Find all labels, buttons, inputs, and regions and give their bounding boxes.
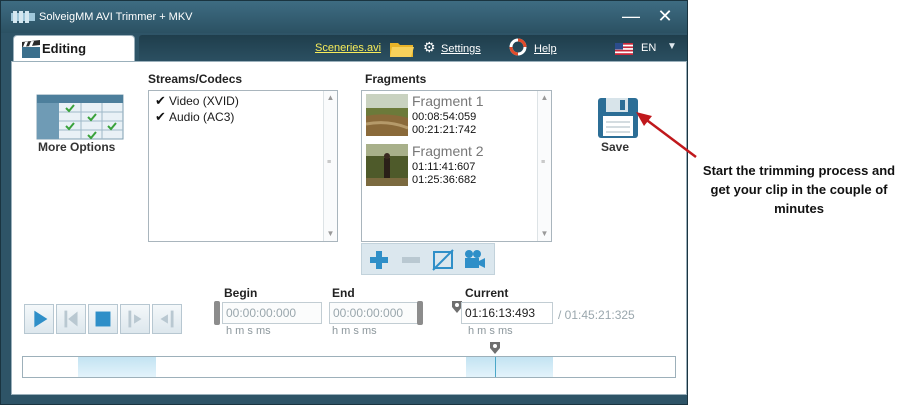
streams-list: ✔ Video (XVID) ✔ Audio (AC3) ▲ ≡ ▼: [148, 90, 338, 242]
app-logo-icon: [11, 11, 35, 23]
checkmark-icon[interactable]: ✔: [155, 93, 169, 109]
mark-in-icon[interactable]: [120, 304, 150, 334]
more-options-label[interactable]: More Options: [38, 140, 115, 154]
current-units: h m s ms: [468, 325, 513, 337]
annotation-callout: Start the trimming process and get your …: [702, 163, 896, 216]
remove-fragment-icon[interactable]: [396, 246, 426, 274]
timeline-fragment-2[interactable]: [466, 357, 553, 377]
fragments-scrollbar[interactable]: ▲ ≡ ▼: [537, 91, 551, 241]
begin-label: Begin: [224, 286, 258, 300]
scroll-up-icon[interactable]: ▲: [538, 92, 551, 104]
stop-icon[interactable]: [88, 304, 118, 334]
app-window: SolveigMM AVI Trimmer + MKV — ✕ Editing …: [0, 0, 688, 405]
fragment-start: 00:08:54:059: [412, 111, 477, 123]
fragment-name: Fragment 2: [412, 143, 484, 159]
close-button[interactable]: ✕: [651, 5, 679, 29]
add-fragment-icon[interactable]: [364, 246, 394, 274]
language-selector[interactable]: EN: [641, 42, 656, 54]
lifebuoy-help-icon[interactable]: [509, 38, 527, 56]
gear-icon[interactable]: ⚙: [423, 39, 439, 55]
begin-time-field[interactable]: 00:00:00:000: [222, 302, 322, 324]
help-link[interactable]: Help: [534, 43, 557, 55]
fragment-name: Fragment 1: [412, 93, 484, 109]
stream-label: Video (XVID): [169, 94, 239, 108]
chevron-down-icon[interactable]: ▼: [667, 41, 677, 52]
timeline-cursor[interactable]: [495, 357, 496, 377]
end-label: End: [332, 286, 355, 300]
settings-link[interactable]: Settings: [441, 43, 481, 55]
fragment-end: 00:21:21:742: [412, 124, 477, 136]
total-duration: / 01:45:21:325: [558, 308, 635, 322]
scenes-file-link[interactable]: Sceneries.avi: [315, 42, 381, 54]
title-bar: SolveigMM AVI Trimmer + MKV — ✕: [1, 1, 687, 33]
stream-item-audio[interactable]: ✔ Audio (AC3): [155, 109, 234, 125]
end-bracket-icon[interactable]: [417, 301, 423, 325]
tab-editing[interactable]: Editing: [13, 35, 135, 61]
end-time-field[interactable]: 00:00:00:000: [329, 302, 419, 324]
window-title: SolveigMM AVI Trimmer + MKV: [39, 11, 193, 23]
mark-out-icon[interactable]: [152, 304, 182, 334]
stream-label: Audio (AC3): [169, 110, 235, 124]
end-units: h m s ms: [332, 325, 377, 337]
toolbar-strip: Sceneries.avi ⚙ Settings Help EN ▼: [139, 35, 687, 61]
clapperboard-icon: [22, 40, 40, 58]
tab-bar: Editing Sceneries.avi ⚙ Settings Help EN…: [1, 33, 687, 61]
fragments-heading: Fragments: [365, 72, 427, 86]
us-flag-icon: [615, 43, 633, 55]
scroll-down-icon[interactable]: ▼: [538, 228, 551, 240]
grid-options-icon[interactable]: [36, 94, 124, 140]
scroll-down-icon[interactable]: ▼: [324, 228, 337, 240]
folder-icon[interactable]: [389, 39, 415, 59]
editing-panel: More Options Streams/Codecs ✔ Video (XVID…: [11, 61, 687, 395]
fragment-end: 01:25:36:682: [412, 174, 477, 186]
streams-heading: Streams/Codecs: [148, 72, 243, 86]
fragment-thumbnail: [366, 94, 408, 136]
timeline-bar[interactable]: [22, 356, 676, 378]
current-time-field[interactable]: 01:16:13:493: [461, 302, 553, 324]
clear-fragments-icon[interactable]: [428, 246, 458, 274]
save-label[interactable]: Save: [601, 140, 629, 154]
scroll-up-icon[interactable]: ▲: [324, 92, 337, 104]
tab-editing-label: Editing: [42, 41, 87, 56]
current-label: Current: [465, 286, 509, 300]
fragment-start: 01:11:41:607: [412, 161, 476, 173]
fragment-thumbnail: [366, 144, 408, 186]
stream-item-video[interactable]: ✔ Video (XVID): [155, 93, 239, 109]
minimize-button[interactable]: —: [617, 5, 645, 29]
preview-fragment-icon[interactable]: [460, 246, 490, 274]
checkmark-icon[interactable]: ✔: [155, 109, 169, 125]
timeline-fragment-1[interactable]: [78, 357, 156, 377]
fragment-toolbar: [361, 243, 495, 275]
scroll-grip-icon: ≡: [541, 159, 546, 166]
begin-bracket-icon[interactable]: [214, 301, 220, 325]
scroll-grip-icon: ≡: [327, 159, 332, 166]
streams-scrollbar[interactable]: ▲ ≡ ▼: [323, 91, 337, 241]
timeline-cursor-knob-icon[interactable]: [489, 341, 501, 357]
play-icon[interactable]: [24, 304, 54, 334]
annotation-arrow: [636, 112, 697, 158]
fragments-list: Fragment 1 00:08:54:059 00:21:21:742 Fra…: [361, 90, 552, 242]
begin-units: h m s ms: [226, 325, 271, 337]
step-back-icon[interactable]: [56, 304, 86, 334]
